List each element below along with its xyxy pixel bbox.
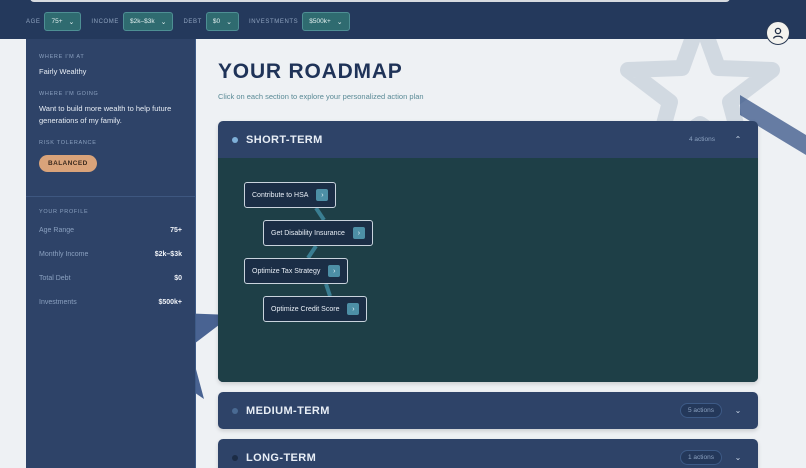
section-long-term: LONG-TERM 1 actions ⌄: [218, 439, 758, 468]
section-title: SHORT-TERM: [246, 133, 323, 146]
profile-value: $0: [174, 275, 182, 282]
debt-select[interactable]: $0 ⌄: [205, 12, 239, 31]
section-long-term-header[interactable]: LONG-TERM 1 actions ⌄: [218, 439, 758, 468]
risk-block: RISK TOLERANCE BALANCED: [39, 140, 182, 172]
chevron-right-icon: ›: [352, 227, 365, 239]
top-filter-bar: AGE 75+ ⌄ INCOME $2k–$3k ⌄ DEBT $0 ⌄ INV…: [0, 0, 806, 39]
action-count: 1 actions: [679, 450, 722, 465]
profile-key: Age Range: [39, 227, 75, 234]
status-dot: [232, 407, 238, 414]
action-label: Contribute to HSA: [252, 191, 309, 199]
section-short-term-header[interactable]: SHORT-TERM 4 actions ⌃: [218, 121, 758, 158]
profile-key: Investments: [39, 299, 77, 306]
top-search-shadow: [30, 0, 730, 2]
sidebar-divider: [26, 196, 195, 197]
profile-label: YOUR PROFILE: [39, 209, 89, 215]
profile-row-income: Monthly Income $2k–$3k: [39, 251, 182, 258]
where-going-block: WHERE I'M GOING Want to build more wealt…: [39, 91, 182, 127]
where-at-value: Fairly Wealthy: [39, 67, 87, 76]
risk-tolerance-badge: BALANCED: [39, 155, 97, 172]
profile-key: Monthly Income: [39, 251, 89, 258]
profile-value: 75+: [170, 227, 182, 234]
debt-select-value: $0: [212, 18, 221, 25]
action-tax-strategy[interactable]: Optimize Tax Strategy ›: [244, 258, 349, 284]
filter-label-debt: DEBT: [183, 18, 202, 25]
status-dot: [232, 454, 238, 461]
chevron-right-icon: ›: [347, 303, 360, 315]
user-icon: [772, 27, 784, 39]
action-label: Get Disability Insurance: [271, 229, 345, 237]
section-short-term: SHORT-TERM 4 actions ⌃ Contribute to HSA…: [218, 121, 758, 382]
chevron-down-icon[interactable]: ⌄: [732, 406, 744, 415]
filter-label-investments: INVESTMENTS: [248, 18, 299, 25]
section-title: MEDIUM-TERM: [246, 404, 330, 417]
filter-label-income: INCOME: [91, 18, 119, 25]
action-label: Optimize Credit Score: [271, 305, 340, 313]
profile-row-debt: Total Debt $0: [39, 275, 182, 282]
chevron-up-icon[interactable]: ⌃: [732, 135, 744, 144]
section-medium-term-header[interactable]: MEDIUM-TERM 5 actions ⌄: [218, 392, 758, 429]
profile-row-age: Age Range 75+: [39, 227, 182, 234]
chevron-right-icon: ›: [328, 265, 341, 277]
filter-label-age: AGE: [26, 18, 41, 25]
income-select-value: $2k–$3k: [130, 18, 155, 25]
action-label: Optimize Tax Strategy: [252, 267, 321, 275]
where-going-value: Want to build more wealth to help future…: [39, 104, 172, 125]
user-avatar-button[interactable]: [766, 21, 790, 45]
risk-label: RISK TOLERANCE: [39, 140, 97, 146]
profile-row-investments: Investments $500k+: [39, 299, 182, 306]
action-disability-insurance[interactable]: Get Disability Insurance ›: [263, 220, 373, 246]
where-at-block: WHERE I'M AT Fairly Wealthy: [39, 54, 182, 78]
chevron-down-icon: ⌄: [336, 18, 343, 26]
age-select[interactable]: 75+ ⌄: [44, 12, 82, 31]
income-select[interactable]: $2k–$3k ⌄: [123, 12, 174, 31]
chevron-down-icon: ⌄: [160, 18, 167, 26]
action-count: 5 actions: [679, 403, 722, 418]
chevron-right-icon: ›: [316, 189, 329, 201]
profile-value: $2k–$3k: [154, 251, 182, 258]
investments-select[interactable]: $500k+ ⌄: [302, 12, 350, 31]
where-going-label: WHERE I'M GOING: [39, 91, 99, 97]
section-title: LONG-TERM: [246, 451, 317, 464]
short-term-actions-panel: Contribute to HSA › Get Disability Insur…: [218, 158, 758, 382]
age-select-value: 75+: [51, 18, 63, 25]
chevron-down-icon: ⌄: [68, 18, 75, 26]
filter-group: AGE 75+ ⌄ INCOME $2k–$3k ⌄ DEBT $0 ⌄ INV…: [0, 12, 350, 31]
profile-sidebar: WHERE I'M AT Fairly Wealthy WHERE I'M GO…: [26, 39, 196, 468]
action-contribute-hsa[interactable]: Contribute to HSA ›: [244, 182, 337, 208]
status-dot: [232, 136, 238, 143]
where-at-label: WHERE I'M AT: [39, 54, 85, 60]
profile-key: Total Debt: [39, 275, 71, 282]
page-title: YOUR ROADMAP: [218, 60, 403, 83]
investments-select-value: $500k+: [309, 18, 331, 25]
chevron-down-icon: ⌄: [226, 18, 232, 26]
chevron-down-icon[interactable]: ⌄: [732, 453, 744, 462]
action-credit-score[interactable]: Optimize Credit Score ›: [263, 296, 368, 322]
action-count: 4 actions: [688, 136, 715, 143]
profile-value: $500k+: [158, 299, 182, 306]
section-medium-term: MEDIUM-TERM 5 actions ⌄: [218, 392, 758, 429]
page-subtitle: Click on each section to explore your pe…: [218, 92, 424, 101]
